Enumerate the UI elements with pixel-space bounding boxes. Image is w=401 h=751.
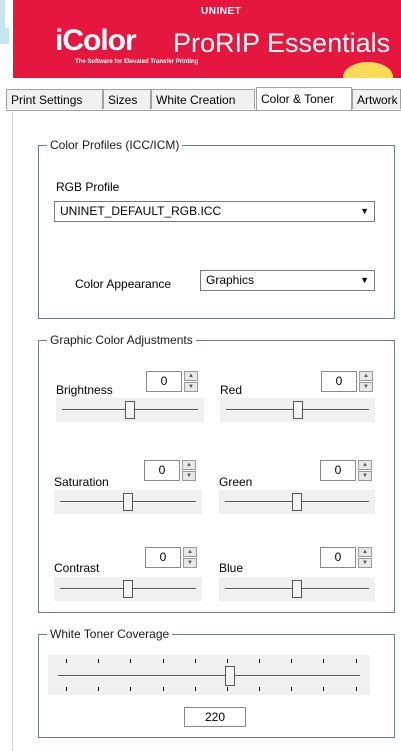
- tab-bar: Print Settings Sizes White Creation Colo…: [6, 87, 401, 111]
- color-appearance-value: Graphics: [206, 273, 255, 287]
- color-appearance-label: Color Appearance: [75, 277, 172, 291]
- saturation-spinbox[interactable]: 0 ▲ ▼: [144, 460, 198, 481]
- rgb-profile-dropdown[interactable]: UNINET_DEFAULT_RGB.ICC ▼: [54, 201, 375, 222]
- slider-tick: [227, 687, 228, 691]
- slider-track: [58, 675, 360, 677]
- slider-tick: [98, 687, 99, 691]
- spin-down-icon[interactable]: ▼: [359, 382, 373, 392]
- spin-up-icon[interactable]: ▲: [359, 371, 373, 381]
- slider-tick: [66, 659, 67, 663]
- brightness-slider[interactable]: [56, 398, 204, 422]
- app-banner: UNINET iColor ProRIP Essentials The Soft…: [0, 0, 401, 85]
- contrast-label: Contrast: [54, 561, 100, 575]
- slider-tick: [291, 659, 292, 663]
- contrast-spinbox[interactable]: 0 ▲ ▼: [145, 547, 199, 568]
- brand-tagline: The Software for Elevated Transfer Print…: [75, 59, 199, 65]
- blue-value[interactable]: 0: [320, 547, 356, 568]
- contrast-value[interactable]: 0: [145, 547, 181, 568]
- spin-down-icon[interactable]: ▼: [184, 382, 198, 392]
- group-title: White Toner Coverage: [47, 627, 173, 641]
- rgb-profile-label: RGB Profile: [56, 180, 120, 194]
- brightness-label: Brightness: [56, 383, 113, 397]
- slider-tick: [130, 687, 131, 691]
- blue-spinbox[interactable]: 0 ▲ ▼: [320, 547, 374, 568]
- contrast-slider[interactable]: [54, 577, 202, 601]
- logo-blob: [343, 62, 393, 78]
- spin-up-icon[interactable]: ▲: [183, 547, 197, 557]
- slider-tick: [259, 687, 260, 691]
- slider-tick: [66, 687, 67, 691]
- slider-tick: [227, 659, 228, 663]
- brightness-spinbox[interactable]: 0 ▲ ▼: [146, 371, 200, 392]
- blue-slider[interactable]: [219, 577, 375, 601]
- red-label: Red: [220, 383, 243, 397]
- slider-thumb[interactable]: [125, 401, 135, 419]
- spin-down-icon[interactable]: ▼: [358, 471, 372, 481]
- slider-tick: [323, 687, 324, 691]
- brand-logo: UNINET iColor ProRIP Essentials The Soft…: [13, 0, 401, 78]
- slider-tick: [291, 687, 292, 691]
- tab-print-settings[interactable]: Print Settings: [6, 89, 103, 109]
- slider-tick: [163, 687, 164, 691]
- slider-thumb[interactable]: [123, 493, 133, 511]
- saturation-value[interactable]: 0: [144, 460, 180, 481]
- tab-sizes[interactable]: Sizes: [103, 89, 151, 109]
- tab-white-creation[interactable]: White Creation: [151, 89, 255, 109]
- spin-up-icon[interactable]: ▲: [182, 460, 196, 470]
- slider-tick: [356, 659, 357, 663]
- green-slider[interactable]: [219, 490, 375, 514]
- slider-thumb[interactable]: [292, 493, 302, 511]
- green-spinbox[interactable]: 0 ▲ ▼: [320, 460, 374, 481]
- slider-tick: [98, 659, 99, 663]
- red-spinbox[interactable]: 0 ▲ ▼: [321, 371, 375, 392]
- slider-thumb[interactable]: [123, 580, 133, 598]
- slider-thumb[interactable]: [225, 666, 235, 686]
- spin-down-icon[interactable]: ▼: [183, 558, 197, 568]
- chevron-down-icon: ▼: [360, 206, 369, 216]
- slider-tick: [259, 659, 260, 663]
- brand-product-text: ProRIP Essentials: [173, 28, 391, 58]
- spin-up-icon[interactable]: ▲: [358, 547, 372, 557]
- chevron-down-icon: ▼: [360, 275, 369, 285]
- slider-thumb[interactable]: [292, 580, 302, 598]
- slider-tick: [356, 687, 357, 691]
- slider-tick: [195, 687, 196, 691]
- spin-up-icon[interactable]: ▲: [358, 460, 372, 470]
- spin-down-icon[interactable]: ▼: [182, 471, 196, 481]
- rgb-profile-value: UNINET_DEFAULT_RGB.ICC: [60, 204, 222, 218]
- tab-color-toner[interactable]: Color & Toner: [256, 87, 352, 110]
- tab-artwork[interactable]: Artwork: [352, 89, 401, 109]
- group-title: Color Profiles (ICC/ICM): [47, 138, 183, 152]
- saturation-label: Saturation: [54, 475, 109, 489]
- color-profiles-group: Color Profiles (ICC/ICM): [38, 138, 395, 319]
- green-label: Green: [219, 475, 253, 489]
- slider-tick: [195, 659, 196, 663]
- blue-label: Blue: [219, 561, 244, 575]
- spin-down-icon[interactable]: ▼: [358, 558, 372, 568]
- slider-tick: [323, 659, 324, 663]
- green-value[interactable]: 0: [320, 460, 356, 481]
- slider-tick: [130, 659, 131, 663]
- white-toner-coverage-slider[interactable]: [48, 655, 370, 695]
- spin-up-icon[interactable]: ▲: [184, 371, 198, 381]
- brand-main-text: iColor: [55, 24, 137, 57]
- color-appearance-dropdown[interactable]: Graphics ▼: [200, 270, 375, 291]
- red-slider[interactable]: [220, 398, 375, 422]
- saturation-slider[interactable]: [54, 490, 202, 514]
- slider-tick: [163, 659, 164, 663]
- brand-top-text: UNINET: [201, 6, 242, 17]
- group-title: Graphic Color Adjustments: [47, 333, 196, 347]
- slider-thumb[interactable]: [293, 401, 303, 419]
- red-value[interactable]: 0: [321, 371, 357, 392]
- white-toner-coverage-value[interactable]: 220: [184, 707, 246, 727]
- brightness-value[interactable]: 0: [146, 371, 182, 392]
- banner-accent: [5, 28, 9, 44]
